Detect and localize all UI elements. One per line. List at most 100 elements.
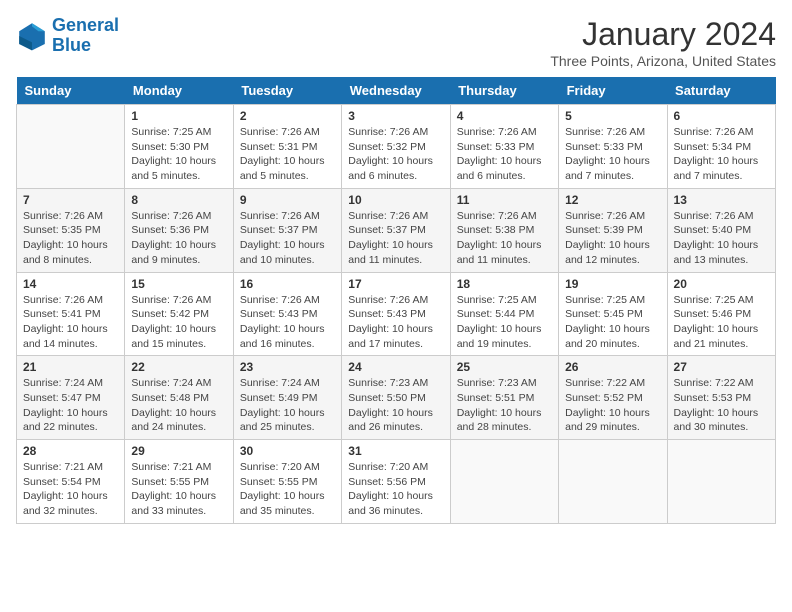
day-info: Sunrise: 7:25 AMSunset: 5:46 PMDaylight:… [674, 293, 769, 352]
day-number: 10 [348, 193, 443, 207]
calendar-cell: 23 Sunrise: 7:24 AMSunset: 5:49 PMDayligh… [233, 356, 341, 440]
calendar-cell: 18 Sunrise: 7:25 AMSunset: 5:44 PMDayligh… [450, 272, 558, 356]
weekday-header-sunday: Sunday [17, 77, 125, 105]
day-info: Sunrise: 7:21 AMSunset: 5:55 PMDaylight:… [131, 460, 226, 519]
day-info: Sunrise: 7:26 AMSunset: 5:43 PMDaylight:… [348, 293, 443, 352]
day-info: Sunrise: 7:23 AMSunset: 5:51 PMDaylight:… [457, 376, 552, 435]
calendar-cell: 17 Sunrise: 7:26 AMSunset: 5:43 PMDayligh… [342, 272, 450, 356]
day-info: Sunrise: 7:21 AMSunset: 5:54 PMDaylight:… [23, 460, 118, 519]
calendar-cell: 15Sunrise: 7:26 AMSunset: 5:42 PMDayligh… [125, 272, 233, 356]
day-number: 31 [348, 444, 443, 458]
day-number: 19 [565, 277, 660, 291]
day-number: 30 [240, 444, 335, 458]
calendar-cell: 24 Sunrise: 7:23 AMSunset: 5:50 PMDayligh… [342, 356, 450, 440]
day-number: 17 [348, 277, 443, 291]
calendar-cell: 5Sunrise: 7:26 AMSunset: 5:33 PMDaylight… [559, 105, 667, 189]
logo-icon [16, 20, 48, 52]
calendar-cell: 21 Sunrise: 7:24 AMSunset: 5:47 PMDayligh… [17, 356, 125, 440]
weekday-header-thursday: Thursday [450, 77, 558, 105]
day-info: Sunrise: 7:26 AMSunset: 5:34 PMDaylight:… [674, 125, 769, 184]
day-number: 14 [23, 277, 118, 291]
day-number: 22 [131, 360, 226, 374]
day-info: Sunrise: 7:26 AMSunset: 5:43 PMDaylight:… [240, 293, 335, 352]
calendar-week-row: 21 Sunrise: 7:24 AMSunset: 5:47 PMDayligh… [17, 356, 776, 440]
day-info: Sunrise: 7:26 AMSunset: 5:41 PMDaylight:… [23, 293, 118, 352]
day-number: 11 [457, 193, 552, 207]
calendar-week-row: 14 Sunrise: 7:26 AMSunset: 5:41 PMDayligh… [17, 272, 776, 356]
weekday-header-row: SundayMondayTuesdayWednesdayThursdayFrid… [17, 77, 776, 105]
weekday-header-wednesday: Wednesday [342, 77, 450, 105]
calendar-cell: 3 Sunrise: 7:26 AMSunset: 5:32 PMDaylight… [342, 105, 450, 189]
day-info: Sunrise: 7:22 AMSunset: 5:53 PMDaylight:… [674, 376, 769, 435]
calendar-cell: 13Sunrise: 7:26 AMSunset: 5:40 PMDayligh… [667, 188, 775, 272]
day-number: 5 [565, 109, 660, 123]
day-info: Sunrise: 7:24 AMSunset: 5:49 PMDaylight:… [240, 376, 335, 435]
calendar-cell: 19 Sunrise: 7:25 AMSunset: 5:45 PMDayligh… [559, 272, 667, 356]
day-number: 4 [457, 109, 552, 123]
day-info: Sunrise: 7:25 AMSunset: 5:45 PMDaylight:… [565, 293, 660, 352]
day-info: Sunrise: 7:26 AMSunset: 5:32 PMDaylight:… [348, 125, 443, 184]
title-block: January 2024 Three Points, Arizona, Unit… [550, 16, 776, 69]
day-info: Sunrise: 7:25 AMSunset: 5:30 PMDaylight:… [131, 125, 226, 184]
day-info: Sunrise: 7:26 AMSunset: 5:37 PMDaylight:… [348, 209, 443, 268]
day-info: Sunrise: 7:26 AMSunset: 5:33 PMDaylight:… [457, 125, 552, 184]
day-info: Sunrise: 7:20 AMSunset: 5:56 PMDaylight:… [348, 460, 443, 519]
calendar-cell: 28 Sunrise: 7:21 AMSunset: 5:54 PMDayligh… [17, 440, 125, 524]
day-number: 29 [131, 444, 226, 458]
calendar-cell: 8 Sunrise: 7:26 AMSunset: 5:36 PMDaylight… [125, 188, 233, 272]
day-info: Sunrise: 7:24 AMSunset: 5:47 PMDaylight:… [23, 376, 118, 435]
day-info: Sunrise: 7:20 AMSunset: 5:55 PMDaylight:… [240, 460, 335, 519]
day-number: 28 [23, 444, 118, 458]
logo: General Blue [16, 16, 119, 56]
day-number: 9 [240, 193, 335, 207]
day-info: Sunrise: 7:26 AMSunset: 5:39 PMDaylight:… [565, 209, 660, 268]
day-number: 2 [240, 109, 335, 123]
weekday-header-monday: Monday [125, 77, 233, 105]
day-number: 15 [131, 277, 226, 291]
day-info: Sunrise: 7:24 AMSunset: 5:48 PMDaylight:… [131, 376, 226, 435]
day-number: 8 [131, 193, 226, 207]
logo-text: General Blue [52, 16, 119, 56]
day-number: 18 [457, 277, 552, 291]
day-info: Sunrise: 7:26 AMSunset: 5:38 PMDaylight:… [457, 209, 552, 268]
calendar-table: SundayMondayTuesdayWednesdayThursdayFrid… [16, 77, 776, 524]
day-info: Sunrise: 7:26 AMSunset: 5:40 PMDaylight:… [674, 209, 769, 268]
calendar-cell: 1 Sunrise: 7:25 AMSunset: 5:30 PMDaylight… [125, 105, 233, 189]
calendar-cell: 29 Sunrise: 7:21 AMSunset: 5:55 PMDayligh… [125, 440, 233, 524]
day-number: 7 [23, 193, 118, 207]
calendar-cell: 11 Sunrise: 7:26 AMSunset: 5:38 PMDayligh… [450, 188, 558, 272]
day-number: 21 [23, 360, 118, 374]
day-number: 20 [674, 277, 769, 291]
calendar-cell: 7 Sunrise: 7:26 AMSunset: 5:35 PMDaylight… [17, 188, 125, 272]
day-info: Sunrise: 7:25 AMSunset: 5:44 PMDaylight:… [457, 293, 552, 352]
day-info: Sunrise: 7:23 AMSunset: 5:50 PMDaylight:… [348, 376, 443, 435]
calendar-cell: 14 Sunrise: 7:26 AMSunset: 5:41 PMDayligh… [17, 272, 125, 356]
calendar-week-row: 28 Sunrise: 7:21 AMSunset: 5:54 PMDayligh… [17, 440, 776, 524]
calendar-cell: 31 Sunrise: 7:20 AMSunset: 5:56 PMDayligh… [342, 440, 450, 524]
day-number: 3 [348, 109, 443, 123]
day-number: 24 [348, 360, 443, 374]
location: Three Points, Arizona, United States [550, 53, 776, 69]
day-number: 23 [240, 360, 335, 374]
day-info: Sunrise: 7:26 AMSunset: 5:35 PMDaylight:… [23, 209, 118, 268]
calendar-cell: 9Sunrise: 7:26 AMSunset: 5:37 PMDaylight… [233, 188, 341, 272]
day-info: Sunrise: 7:26 AMSunset: 5:36 PMDaylight:… [131, 209, 226, 268]
page-header: General Blue January 2024 Three Points, … [16, 16, 776, 69]
calendar-cell: 25 Sunrise: 7:23 AMSunset: 5:51 PMDayligh… [450, 356, 558, 440]
month-title: January 2024 [550, 16, 776, 53]
calendar-cell: 12Sunrise: 7:26 AMSunset: 5:39 PMDayligh… [559, 188, 667, 272]
calendar-cell: 26 Sunrise: 7:22 AMSunset: 5:52 PMDayligh… [559, 356, 667, 440]
day-number: 25 [457, 360, 552, 374]
day-number: 26 [565, 360, 660, 374]
calendar-cell: 10 Sunrise: 7:26 AMSunset: 5:37 PMDayligh… [342, 188, 450, 272]
weekday-header-saturday: Saturday [667, 77, 775, 105]
day-number: 1 [131, 109, 226, 123]
calendar-week-row: 1 Sunrise: 7:25 AMSunset: 5:30 PMDaylight… [17, 105, 776, 189]
day-info: Sunrise: 7:22 AMSunset: 5:52 PMDaylight:… [565, 376, 660, 435]
calendar-cell: 4 Sunrise: 7:26 AMSunset: 5:33 PMDaylight… [450, 105, 558, 189]
calendar-week-row: 7 Sunrise: 7:26 AMSunset: 5:35 PMDaylight… [17, 188, 776, 272]
day-number: 27 [674, 360, 769, 374]
calendar-cell [667, 440, 775, 524]
calendar-cell [450, 440, 558, 524]
calendar-cell: 30 Sunrise: 7:20 AMSunset: 5:55 PMDayligh… [233, 440, 341, 524]
